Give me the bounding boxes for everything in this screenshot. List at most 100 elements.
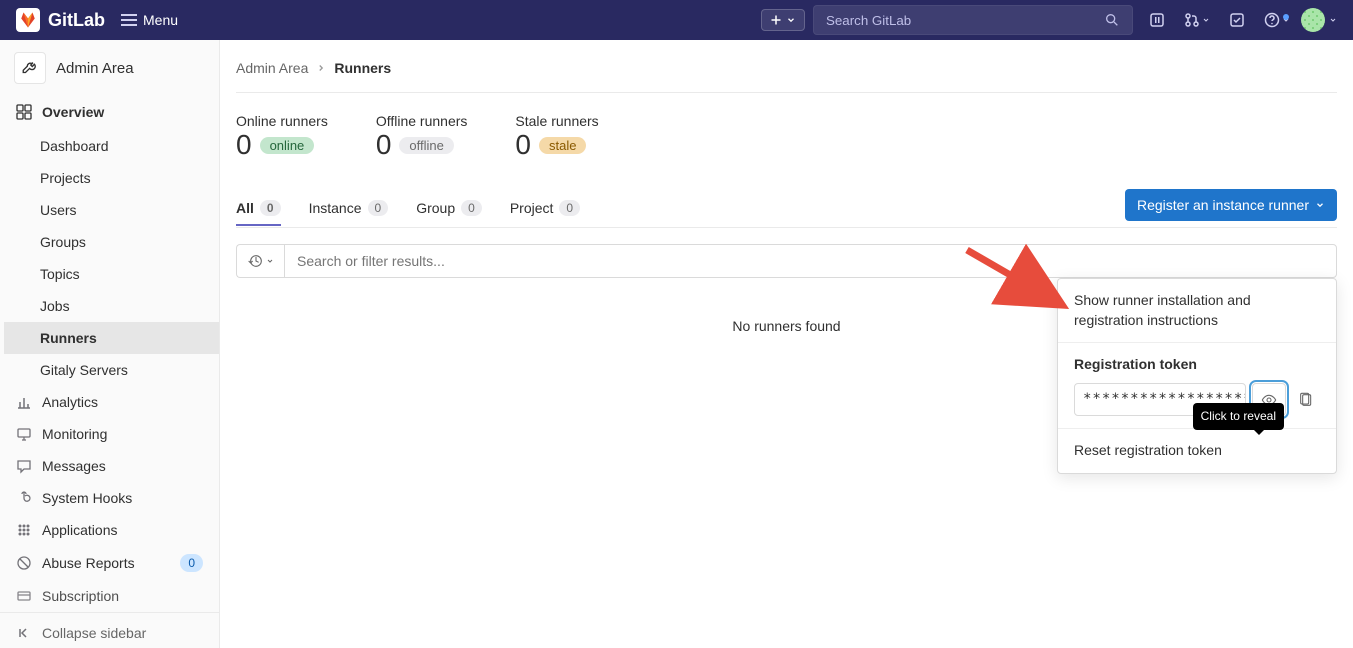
menu-label: Menu (143, 12, 178, 28)
section-overview[interactable]: Overview (0, 94, 219, 130)
search-input[interactable] (826, 13, 1104, 28)
stat-stale: Stale runners 0 stale (515, 113, 598, 161)
tab-all[interactable]: All 0 (236, 190, 281, 226)
chevron-down-icon (1315, 200, 1325, 210)
brand-name: GitLab (48, 10, 105, 31)
sidebar-item-label: Runners (40, 330, 97, 346)
stat-count: 0 (376, 129, 392, 161)
sidebar-item-gitaly[interactable]: Gitaly Servers (4, 354, 219, 386)
sidebar-item-groups[interactable]: Groups (4, 226, 219, 258)
search-box[interactable] (813, 5, 1133, 35)
merge-requests-icon[interactable] (1181, 12, 1213, 28)
history-button[interactable] (236, 244, 284, 278)
sidebar-item-label: Dashboard (40, 138, 109, 154)
sidebar-item-analytics[interactable]: Analytics (0, 386, 219, 418)
stat-online: Online runners 0 online (236, 113, 328, 161)
collapse-label: Collapse sidebar (42, 625, 146, 641)
sidebar-item-label: Topics (40, 266, 80, 282)
issues-icon[interactable] (1141, 12, 1173, 28)
apps-icon (16, 522, 32, 538)
register-dropdown: Show runner installation and registratio… (1057, 278, 1337, 474)
menu-button[interactable]: Menu (121, 12, 178, 28)
sidebar-item-runners[interactable]: Runners (4, 322, 219, 354)
dd-label: Reset registration token (1074, 442, 1222, 458)
clipboard-icon (1298, 392, 1314, 408)
sidebar-item-subscription[interactable]: Subscription (0, 580, 219, 612)
user-menu[interactable] (1301, 8, 1337, 32)
stat-offline: Offline runners 0 offline (376, 113, 468, 161)
todos-icon[interactable] (1221, 12, 1253, 28)
avatar (1301, 8, 1325, 32)
search-icon (1104, 12, 1120, 28)
sidebar-item-label: Jobs (40, 298, 70, 314)
tab-label: Group (416, 200, 455, 216)
wrench-icon (14, 52, 46, 84)
tab-group[interactable]: Group 0 (416, 190, 482, 226)
collapse-icon (16, 625, 32, 641)
subscription-icon (16, 588, 32, 604)
stat-count: 0 (236, 129, 252, 161)
abuse-icon (16, 555, 32, 571)
sidebar-item-label: Subscription (42, 588, 119, 604)
tab-label: All (236, 200, 254, 216)
notification-dot (1283, 14, 1289, 20)
register-runner-button[interactable]: Register an instance runner (1125, 189, 1337, 221)
sidebar-item-projects[interactable]: Projects (4, 162, 219, 194)
gitlab-logo[interactable] (16, 8, 40, 32)
register-label: Register an instance runner (1137, 197, 1309, 213)
tab-count: 0 (461, 200, 482, 216)
sidebar-item-label: Monitoring (42, 426, 107, 442)
stat-label: Online runners (236, 113, 328, 129)
sidebar-item-abuse[interactable]: Abuse Reports 0 (0, 546, 219, 580)
sidebar-item-label: Abuse Reports (42, 555, 135, 571)
collapse-sidebar[interactable]: Collapse sidebar (0, 612, 219, 648)
sidebar-item-topics[interactable]: Topics (4, 258, 219, 290)
dd-reset-token[interactable]: Reset registration token (1058, 429, 1336, 473)
copy-token-button[interactable] (1292, 383, 1320, 417)
tab-label: Project (510, 200, 554, 216)
sidebar-item-label: Users (40, 202, 77, 218)
section-label: Overview (42, 104, 104, 120)
overview-icon (16, 104, 32, 120)
chevron-down-icon (1329, 16, 1337, 24)
sidebar-item-jobs[interactable]: Jobs (4, 290, 219, 322)
sidebar-item-label: Groups (40, 234, 86, 250)
hamburger-icon (121, 14, 137, 26)
sidebar-item-label: Analytics (42, 394, 98, 410)
help-icon[interactable] (1261, 12, 1293, 28)
stat-label: Stale runners (515, 113, 598, 129)
filter-input[interactable] (284, 244, 1337, 278)
sidebar-header[interactable]: Admin Area (0, 40, 219, 94)
breadcrumb-root[interactable]: Admin Area (236, 60, 308, 76)
message-icon (16, 458, 32, 474)
tab-count: 0 (559, 200, 580, 216)
tab-project[interactable]: Project 0 (510, 190, 580, 226)
sidebar-item-system-hooks[interactable]: System Hooks (0, 482, 219, 514)
tab-count: 0 (260, 200, 281, 216)
tab-label: Instance (309, 200, 362, 216)
dd-show-instructions[interactable]: Show runner installation and registratio… (1058, 279, 1336, 343)
sidebar-item-dashboard[interactable]: Dashboard (4, 130, 219, 162)
sidebar-item-label: Gitaly Servers (40, 362, 128, 378)
breadcrumb: Admin Area Runners (236, 52, 1337, 84)
sidebar-item-monitoring[interactable]: Monitoring (0, 418, 219, 450)
reveal-tooltip: Click to reveal (1193, 403, 1284, 430)
tab-instance[interactable]: Instance 0 (309, 190, 389, 226)
sidebar-item-label: Messages (42, 458, 106, 474)
history-icon (248, 253, 264, 269)
stat-chip: offline (399, 137, 453, 154)
chevron-down-icon (1202, 16, 1210, 24)
sidebar-item-messages[interactable]: Messages (0, 450, 219, 482)
chart-icon (16, 394, 32, 410)
sidebar-item-label: Applications (42, 522, 118, 538)
chevron-down-icon (786, 15, 796, 25)
dd-label: Show runner installation and registratio… (1074, 292, 1251, 328)
token-label: Registration token (1074, 355, 1320, 375)
stat-count: 0 (515, 129, 531, 161)
sidebar-item-applications[interactable]: Applications (0, 514, 219, 546)
hook-icon (16, 490, 32, 506)
abuse-count-badge: 0 (180, 554, 203, 572)
new-button[interactable] (761, 9, 805, 31)
chevron-right-icon (316, 63, 326, 73)
sidebar-item-users[interactable]: Users (4, 194, 219, 226)
